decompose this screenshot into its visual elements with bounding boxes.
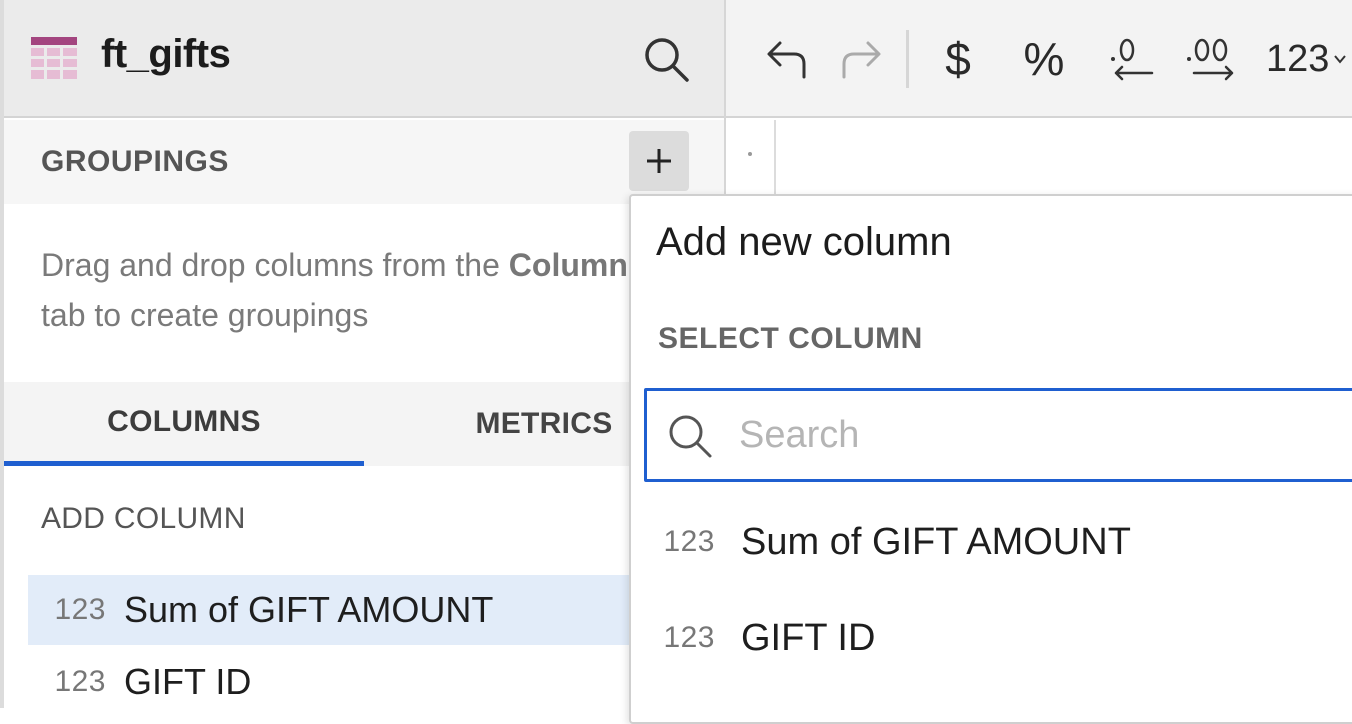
hint-text-bold: Columns [508,247,646,283]
percent-icon: % [1023,33,1065,85]
decrease-decimal-button[interactable] [1102,25,1162,93]
column-name: Sum of GIFT AMOUNT [124,589,494,630]
search-icon [669,415,712,458]
dropdown-option[interactable]: 123 Sum of GIFT AMOUNT [631,502,1352,582]
dropdown-title: Add new column [656,220,952,264]
chevron-down-icon [1334,55,1347,64]
search-icon[interactable] [640,33,692,85]
grid-row-header [726,120,776,200]
number-format-label: 123 [1266,37,1330,80]
column-type: 123 [54,593,106,626]
increase-decimal-icon [1187,38,1234,81]
panel-title: ft_gifts [101,32,231,76]
left-panel: ft_gifts GROUPINGS Drag and drop columns… [0,0,728,708]
column-search-input[interactable] [739,403,1339,467]
option-name: Sum of GIFT AMOUNT [741,520,1131,563]
currency-format-button[interactable]: $ [930,25,986,93]
panel-header: ft_gifts [4,0,724,118]
hint-text-1: Drag and drop columns from the [41,247,509,283]
column-type: 123 [54,665,106,698]
decrease-decimal-icon [1111,38,1154,81]
grid-dot [748,152,752,156]
groupings-title: GROUPINGS [41,145,229,178]
percent-format-button[interactable]: % [1012,25,1076,93]
add-grouping-button[interactable] [629,131,689,191]
number-format-dropdown[interactable]: 123 [1266,25,1352,93]
plus-icon [647,149,671,173]
undo-button[interactable] [760,25,816,93]
currency-icon: $ [945,33,971,85]
table-icon [31,37,77,79]
redo-icon [842,41,881,79]
toolbar-divider [906,30,909,88]
hint-text-2: tab to create groupings [41,297,369,333]
increase-decimal-button[interactable] [1182,25,1246,93]
add-column-label: ADD COLUMN [41,502,246,535]
add-column-dropdown: Add new column SELECT COLUMN 123 Sum of … [629,194,1352,724]
undo-icon [767,41,806,79]
option-type: 123 [663,525,715,558]
dropdown-option[interactable]: 123 GIFT ID [631,598,1352,678]
tab-bar: COLUMNS METRICS [4,382,724,466]
option-name: GIFT ID [741,616,876,659]
column-search-box[interactable] [644,388,1352,482]
column-name: GIFT ID [124,661,252,702]
tab-columns[interactable]: COLUMNS [4,382,364,466]
redo-button[interactable] [832,25,888,93]
option-type: 123 [663,621,715,654]
column-row[interactable]: 123 GIFT ID [28,647,728,717]
select-column-label: SELECT COLUMN [658,322,923,355]
format-toolbar: $ % 123 [726,0,1352,118]
column-row[interactable]: 123 Sum of GIFT AMOUNT [28,575,728,645]
